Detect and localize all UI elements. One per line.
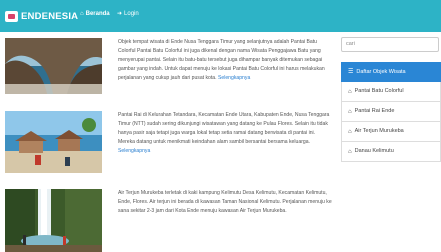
post-text-2: Pantai Rai di Kelurahan Tetandara, Kecam… <box>118 111 333 156</box>
home-icon: ⌂ <box>80 11 84 17</box>
tag-icon: ⌂ <box>348 128 352 135</box>
nav-link-home[interactable]: ⌂ Beranda <box>80 11 110 17</box>
read-more-link-1[interactable]: Selengkapnya <box>218 75 250 81</box>
post-text-3: Air Terjun Murukeba terletak di kaki kam… <box>118 189 333 216</box>
nav-link-home-label: Beranda <box>85 11 110 17</box>
brand-logo-icon <box>5 10 18 22</box>
read-more-link-2[interactable]: Selengkapnya <box>118 148 150 154</box>
post-text-1: Objek tempat wisata di Ende Nusa Tenggar… <box>118 38 333 83</box>
post-image-beach-huts[interactable] <box>5 111 102 173</box>
nav-link-login-label: Login <box>124 11 139 17</box>
post-card-1: Objek tempat wisata di Ende Nusa Tenggar… <box>5 38 335 98</box>
navbar: ENDENESIA ⌂ Beranda ➜ Login <box>0 0 441 32</box>
post-image-waterfall[interactable] <box>5 189 102 252</box>
sidebar-item-label: Air Terjun Murukeba <box>354 128 404 134</box>
search-input[interactable]: cari <box>341 37 439 52</box>
sidebar-item-label: Pantai Rai Ende <box>354 108 395 114</box>
tag-icon: ⌂ <box>348 88 352 95</box>
tag-icon: ⌂ <box>348 148 352 155</box>
sidebar-item-label: Danau Kelimutu <box>354 148 394 154</box>
brand-name: ENDENESIA <box>21 10 79 22</box>
sidebar-item-label: Daftar Objek Wisata <box>356 68 406 75</box>
post-body-3: Air Terjun Murukeba terletak di kaki kam… <box>118 190 332 214</box>
login-icon: ➜ <box>117 11 123 17</box>
sidebar-item-pantai-batu-colorful[interactable]: ⌂ Pantai Batu Colorful <box>341 82 441 102</box>
sidebar-item-pantai-rai-ende[interactable]: ⌂ Pantai Rai Ende <box>341 102 441 122</box>
post-card-3: Air Terjun Murukeba terletak di kaki kam… <box>5 189 335 252</box>
post-image-rock-arch[interactable] <box>5 38 102 94</box>
sidebar-item-danau-kelimutu[interactable]: ⌂ Danau Kelimutu <box>341 142 441 162</box>
post-card-2: Pantai Rai di Kelurahan Tetandara, Kecam… <box>5 111 335 177</box>
nav-link-login[interactable]: ➜ Login <box>117 11 139 17</box>
post-body-2: Pantai Rai di Kelurahan Tetandara, Kecam… <box>118 112 330 145</box>
list-icon: ☰ <box>348 69 354 75</box>
brand[interactable]: ENDENESIA <box>5 9 78 23</box>
tag-icon: ⌂ <box>348 108 352 115</box>
sidebar-list: ☰ Daftar Objek Wisata ⌂ Pantai Batu Colo… <box>341 62 441 162</box>
sidebar-item-daftar-objek-wisata[interactable]: ☰ Daftar Objek Wisata <box>341 62 441 82</box>
sidebar-item-air-terjun-murukeba[interactable]: ⌂ Air Terjun Murukeba <box>341 122 441 142</box>
sidebar-item-label: Pantai Batu Colorful <box>354 88 404 94</box>
